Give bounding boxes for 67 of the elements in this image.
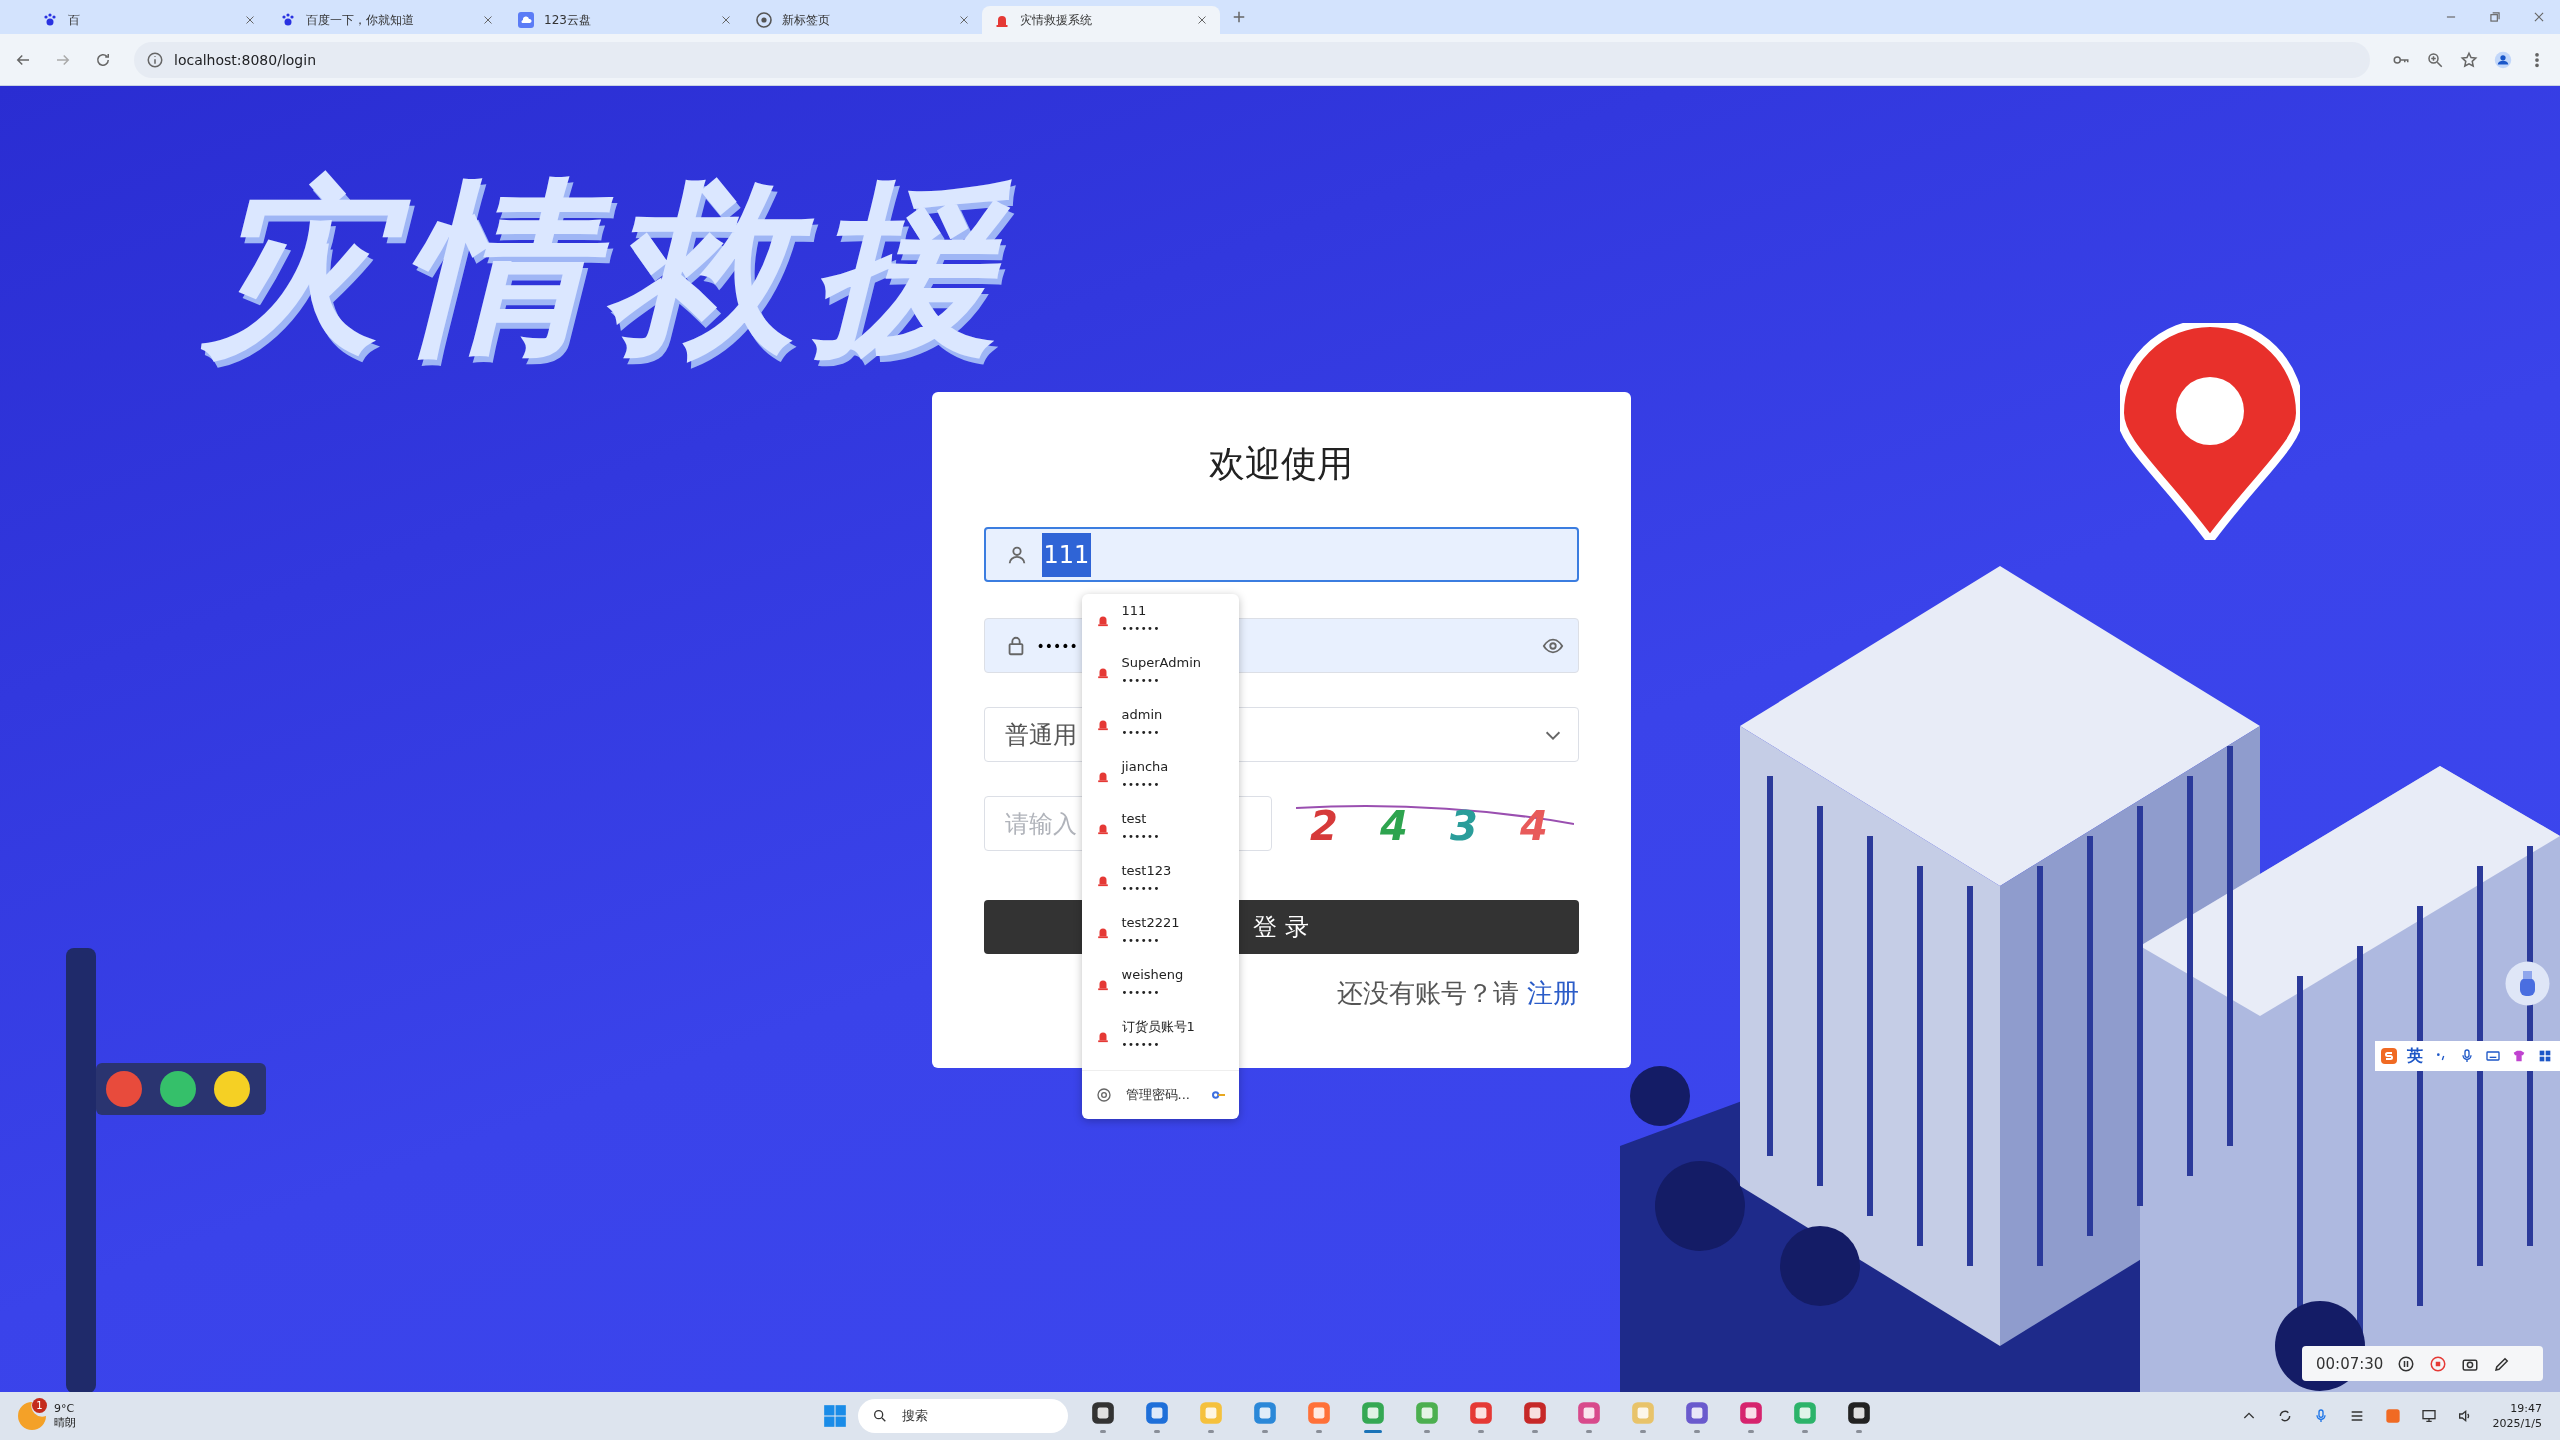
info-icon [146,50,164,69]
windows-start-icon[interactable] [822,1403,848,1429]
account-password: •••••• [1121,1038,1161,1052]
recording-time: 00:07:30 [2316,1354,2384,1373]
register-link[interactable]: 注册 [1526,976,1579,1011]
saved-account-item[interactable]: weisheng •••••• [1081,958,1239,1010]
manage-passwords-item[interactable]: 管理密码... [1081,1070,1239,1119]
close-icon[interactable] [482,14,494,26]
globe-icon [756,12,772,28]
zoom-icon[interactable] [2426,50,2444,69]
close-icon[interactable] [1196,14,1208,26]
account-username: admin [1121,706,1163,724]
input-mode[interactable]: 英 [2407,1045,2423,1067]
account-password: •••••• [1121,674,1161,688]
usb-drive-icon[interactable] [2505,961,2550,1006]
close-icon[interactable] [2532,10,2546,24]
saved-account-item[interactable]: test •••••• [1081,802,1239,854]
grid-icon[interactable] [2537,1048,2553,1064]
stop-icon[interactable] [2429,1354,2448,1373]
account-password: •••••• [1121,778,1161,792]
browser-tab[interactable]: 新标签页 [744,6,982,34]
username-field[interactable]: 111 [983,527,1579,582]
account-username: 111 [1121,602,1148,620]
browser-tab[interactable]: 123云盘 [506,6,744,34]
register-prompt: 还没有账号？请 [1336,977,1519,1010]
temperature: 9°C [54,1402,76,1416]
notification-badge: 1 [32,1398,47,1413]
weather-condition: 晴朗 [54,1416,76,1430]
monitor-icon[interactable] [2420,1408,2437,1424]
address-bar[interactable]: localhost:8080/login [134,41,2370,78]
paw-icon [280,12,296,28]
account-username: 订货员账号1 [1121,1018,1195,1036]
close-icon[interactable] [958,14,970,26]
restore-icon[interactable] [2488,10,2502,24]
account-password: •••••• [1121,882,1161,896]
account-username: test [1121,810,1148,828]
account-password: •••••• [1121,934,1161,948]
search-icon [872,1408,888,1424]
microphone-icon[interactable] [2459,1048,2475,1064]
hero-title: 灾情救援 [200,158,1016,378]
shirt-icon[interactable] [2511,1048,2527,1064]
account-password: •••••• [1121,726,1161,740]
cloud-icon [518,12,534,28]
profile-icon[interactable] [2494,50,2512,69]
account-password: •••••• [1121,830,1160,844]
account-password: •••••• [1121,622,1160,636]
browser-tab[interactable]: 灾情救援系统 [982,6,1220,34]
paw-icon [42,12,58,28]
account-username: SuperAdmin [1121,654,1202,672]
account-username: test123 [1121,862,1172,880]
close-icon[interactable] [244,14,256,26]
pause-icon[interactable] [2397,1354,2416,1373]
browser-tab[interactable]: 百度一下，你就知道 [268,6,506,34]
taskbar-search[interactable]: 搜索 [858,1399,1068,1433]
account-username: test2221 [1121,914,1180,932]
welcome-title: 欢迎使用 [1209,442,1353,486]
close-icon[interactable] [720,14,732,26]
saved-account-item[interactable]: 订货员账号1 •••••• [1081,1010,1239,1062]
taskbar-clock[interactable]: 19:47 2025/1/5 [2492,1401,2542,1431]
star-icon[interactable] [2460,50,2478,69]
account-username: weisheng [1121,966,1184,984]
keyboard-icon[interactable] [2485,1048,2501,1064]
weather-icon [18,1402,46,1430]
captcha-image[interactable]: 2 4 3 4 [1295,796,1574,851]
map-pin-icon [2120,323,2300,540]
account-password: •••••• [1121,986,1161,1000]
browser-tab[interactable]: 百 [30,6,268,34]
